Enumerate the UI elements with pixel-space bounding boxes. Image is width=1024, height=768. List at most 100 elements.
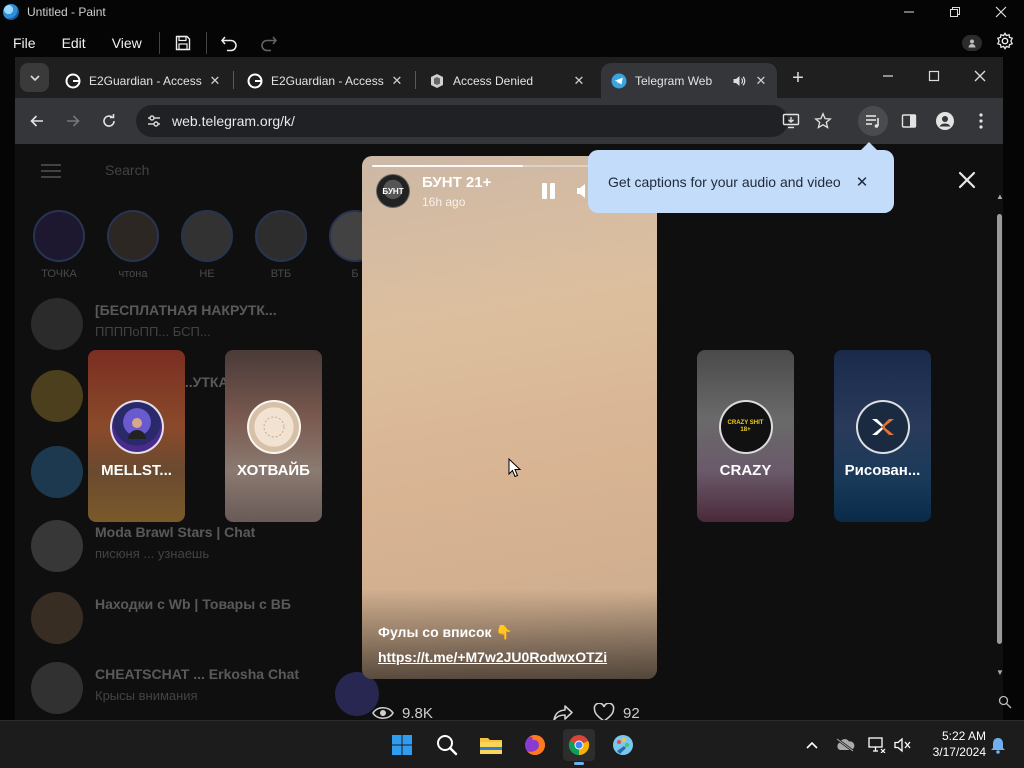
chat-avatar [31, 662, 83, 714]
google-icon [65, 73, 81, 89]
tab-telegram-web[interactable]: Telegram Web ✕ [601, 63, 777, 98]
undo-icon[interactable] [216, 29, 244, 57]
account-icon[interactable] [962, 35, 982, 51]
minimize-button[interactable] [886, 0, 932, 24]
tab-access-denied[interactable]: Access Denied ✕ [419, 63, 595, 98]
reload-button[interactable] [95, 107, 123, 135]
like-button[interactable]: 92 [593, 700, 640, 720]
paint-app-icon[interactable] [607, 729, 639, 761]
close-tab-icon[interactable]: ✕ [751, 71, 771, 91]
onedrive-offline-icon[interactable] [835, 735, 855, 755]
tab-e2guardian-1[interactable]: E2Guardian - Access ✕ [55, 63, 231, 98]
start-button[interactable] [386, 729, 418, 761]
tab-label: E2Guardian - Access [89, 73, 202, 88]
tab-e2guardian-2[interactable]: E2Guardian - Access ✕ [237, 63, 413, 98]
browser-maximize-button[interactable] [911, 57, 957, 95]
heart-icon[interactable] [593, 703, 615, 720]
chat-list-item[interactable]: [БЕСПЛАТНАЯ НАКРУТК... ППППоПП... БСП... [31, 294, 361, 350]
close-stories-icon[interactable] [955, 168, 979, 192]
back-button[interactable] [23, 107, 51, 135]
close-tab-icon[interactable]: ✕ [387, 71, 407, 91]
chevron-up-icon[interactable] [802, 735, 822, 755]
install-app-icon[interactable] [777, 107, 805, 135]
current-story[interactable]: БУНТ БУНТ 21+ 16h ago Фулы со вписок 👇 h… [362, 156, 657, 679]
story-avatar[interactable] [33, 210, 85, 262]
forward-button[interactable] [59, 107, 87, 135]
network-icon[interactable] [867, 735, 887, 755]
captions-popup-text: Get captions for your audio and video [608, 173, 841, 190]
tab-label: Access Denied [453, 73, 534, 88]
chat-list-item[interactable]: Находки с Wb | Товары с ВБ [31, 588, 361, 644]
volume-icon[interactable] [576, 182, 588, 200]
scroll-down-arrow-icon[interactable]: ▼ [995, 668, 1005, 678]
tab-label: E2Guardian - Access [271, 73, 384, 88]
search-icon[interactable] [431, 729, 463, 761]
redo-icon[interactable] [254, 29, 282, 57]
site-info-icon[interactable] [140, 107, 168, 135]
web-page-telegram: Search ТОЧКА чтона НЕ ВТБ Б [БЕСПЛАТНАЯ … [15, 144, 1003, 720]
menu-view[interactable]: View [99, 28, 155, 58]
menu-hamburger-icon[interactable] [41, 164, 61, 178]
pause-icon[interactable] [539, 182, 559, 202]
chrome-browser-window: E2Guardian - Access ✕ E2Guardian - Acces… [15, 57, 1003, 720]
side-story-mellstroy[interactable]: MELLST... [88, 350, 185, 522]
story-avatar[interactable] [107, 210, 159, 262]
close-popup-icon[interactable]: ✕ [850, 170, 874, 194]
risovan-avatar [855, 400, 910, 454]
share-icon[interactable] [552, 704, 574, 720]
story-avatar[interactable] [255, 210, 307, 262]
side-panel-icon[interactable] [895, 107, 923, 135]
story-link[interactable]: https://t.me/+M7w2JU0RodwxOTZi [378, 649, 607, 665]
system-clock[interactable]: 5:22 AM 3/17/2024 [922, 728, 986, 760]
chat-avatar [31, 370, 83, 422]
chat-avatar [31, 446, 83, 498]
chat-preview: ППППоПП... БСП... [95, 324, 211, 339]
browser-close-button[interactable] [957, 57, 1003, 95]
tab-search-button[interactable] [20, 63, 49, 92]
share-button[interactable] [552, 700, 574, 720]
vertical-scrollbar[interactable]: ▲ ▼ [995, 192, 1005, 678]
side-story-risovan[interactable]: Рисован... [834, 350, 931, 522]
telegram-search[interactable]: Search [105, 162, 149, 178]
windows-taskbar: 5:22 AM 3/17/2024 [0, 720, 1024, 768]
window-title: Untitled - Paint [27, 5, 106, 19]
notification-bell-icon[interactable] [988, 735, 1008, 755]
new-tab-button[interactable]: + [786, 66, 810, 90]
story-author-name[interactable]: БУНТ 21+ [422, 174, 491, 191]
volume-muted-icon[interactable] [893, 735, 913, 755]
firefox-icon[interactable] [519, 729, 551, 761]
close-tab-icon[interactable]: ✕ [205, 71, 225, 91]
likes-count: 92 [623, 704, 640, 721]
address-bar[interactable]: web.telegram.org/k/ [136, 105, 788, 137]
menu-edit[interactable]: Edit [49, 28, 99, 58]
chat-title: Moda Brawl Stars | Chat [95, 524, 256, 540]
story-avatar[interactable] [181, 210, 233, 262]
side-story-name: CRAZY [719, 462, 772, 479]
chat-list-item[interactable]: Moda Brawl Stars | Chat писюня ... узнае… [31, 516, 361, 572]
settings-gear-icon[interactable] [996, 31, 1014, 55]
scroll-up-arrow-icon[interactable]: ▲ [995, 192, 1005, 202]
bookmark-star-icon[interactable] [809, 107, 837, 135]
browser-menu-icon[interactable] [967, 107, 995, 135]
close-tab-icon[interactable]: ✕ [569, 71, 589, 91]
scroll-thumb[interactable] [997, 214, 1002, 644]
browser-minimize-button[interactable] [865, 57, 911, 95]
file-explorer-icon[interactable] [475, 729, 507, 761]
profile-avatar-icon[interactable] [931, 107, 959, 135]
tab-divider [415, 71, 416, 89]
close-window-button[interactable] [978, 0, 1024, 24]
side-story-hotvibe[interactable]: ХОТВАЙБ [225, 350, 322, 522]
menu-file[interactable]: File [0, 28, 49, 58]
zoom-icon[interactable] [998, 695, 1012, 709]
chrome-icon[interactable] [563, 729, 595, 765]
restore-button[interactable] [932, 0, 978, 24]
mellstroy-avatar [109, 400, 164, 454]
story-author-avatar[interactable]: БУНТ [376, 174, 410, 208]
save-icon[interactable] [169, 29, 197, 57]
media-controls-icon[interactable] [858, 106, 888, 136]
chat-list-item[interactable]: CHEATSCHAT ... Erkosha Chat Крысы вниман… [31, 658, 361, 714]
url-text[interactable]: web.telegram.org/k/ [172, 113, 788, 129]
tab-strip: E2Guardian - Access ✕ E2Guardian - Acces… [15, 57, 1003, 98]
side-story-crazy[interactable]: CRAZY SHIT 18+ CRAZY [697, 350, 794, 522]
speaker-icon[interactable] [729, 74, 749, 88]
